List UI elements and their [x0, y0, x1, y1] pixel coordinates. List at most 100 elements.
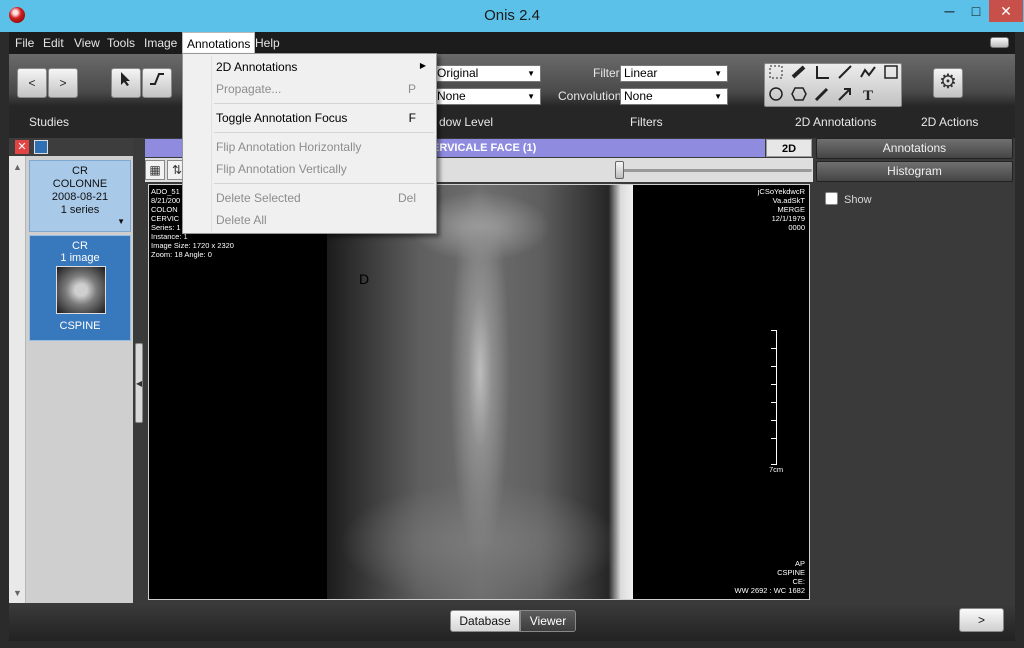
overlay-line: CSPINE — [777, 568, 805, 577]
convolution-value: None — [624, 89, 653, 103]
convolution-select[interactable]: None ▼ — [620, 88, 728, 105]
gear-icon[interactable]: ⚙ — [933, 68, 963, 98]
chevron-down-icon: ▼ — [527, 69, 535, 78]
expand-toolbar-button[interactable] — [990, 37, 1009, 48]
filters-label: Filters — [630, 115, 663, 129]
grid-layout-icon[interactable]: ▦ — [145, 160, 165, 180]
collapse-panel-icon[interactable]: ◀ — [135, 343, 143, 423]
studies-scrollbar[interactable]: ▲ ▼ — [9, 156, 26, 603]
menu-item-label: 2D Annotations — [216, 60, 298, 74]
panel-splitter[interactable]: ◀ — [133, 138, 145, 603]
annotations-menu: 2D Annotations ▶ Propagate... P Toggle A… — [182, 53, 437, 234]
close-button[interactable]: ✕ — [989, 0, 1023, 22]
studies-label: Studies — [29, 115, 70, 129]
next-button[interactable]: > — [959, 608, 1004, 632]
menu-item-label: Propagate... — [216, 82, 282, 96]
menu-item-label: Flip Annotation Vertically — [216, 162, 347, 176]
text-icon[interactable]: T — [857, 86, 879, 107]
overlay-top-right: jCSoYekdwcR Va.adSkT MERGE 12/1/1979 000… — [758, 187, 805, 232]
overlay-line: 0000 — [788, 223, 805, 232]
menu-item-shortcut: P — [407, 82, 416, 96]
menu-image[interactable]: Image — [144, 36, 177, 50]
menu-item-flip-vertical[interactable]: Flip Annotation Vertically — [183, 158, 436, 180]
database-tab[interactable]: Database — [450, 610, 520, 632]
menu-item-propagate[interactable]: Propagate... P — [183, 78, 436, 100]
prev-study-button[interactable]: < — [17, 68, 47, 98]
menu-item-2d-annotations[interactable]: 2D Annotations ▶ — [183, 56, 436, 78]
menu-separator — [214, 132, 434, 133]
minimize-button[interactable]: ─ — [936, 0, 963, 22]
window-preset-value: Original — [437, 66, 479, 80]
series-label: CSPINE — [59, 320, 101, 332]
ellipse-icon[interactable] — [765, 86, 787, 107]
image-canvas[interactable]: D ADO_51 8/21/200 COLON CERVIC Series: 1… — [148, 184, 810, 600]
line-icon[interactable] — [834, 64, 856, 85]
polyline-icon[interactable] — [857, 64, 879, 85]
menu-item-delete-all[interactable]: Delete All — [183, 209, 436, 231]
close-panel-icon[interactable]: ✕ — [15, 140, 29, 154]
menu-item-label: Flip Annotation Horizontally — [216, 140, 362, 154]
arrow-icon[interactable] — [834, 86, 856, 107]
studies-panel-header: ✕ — [9, 138, 133, 156]
status-bar: Database Viewer > — [9, 603, 1015, 641]
pointer-tool-icon[interactable] — [111, 68, 141, 98]
menu-file[interactable]: File — [15, 36, 34, 50]
overlay-line: WW 2692 : WC 1682 — [734, 586, 805, 595]
menu-item-label: Toggle Annotation Focus — [216, 111, 348, 125]
polygon-icon[interactable] — [788, 86, 810, 107]
chevron-down-icon: ▼ — [714, 92, 722, 101]
study-card[interactable]: CR COLONNE 2008-08-21 1 series ▼ — [29, 160, 131, 232]
maximize-button[interactable]: □ — [963, 0, 989, 22]
view-mode-2d-button[interactable]: 2D — [766, 139, 812, 157]
chevron-down-icon[interactable]: ▼ — [117, 215, 125, 228]
menu-item-shortcut: F — [408, 111, 416, 125]
menu-item-delete-selected[interactable]: Delete Selected Del — [183, 187, 436, 209]
window-preset-select[interactable]: Original ▼ — [433, 65, 541, 82]
histogram-panel-button[interactable]: Histogram — [816, 161, 1013, 182]
lut-select[interactable]: None ▼ — [433, 88, 541, 105]
annotations-panel-button[interactable]: Annotations — [816, 138, 1013, 159]
annotation-tools: T — [764, 63, 902, 107]
menu-item-toggle-annotation-focus[interactable]: Toggle Annotation Focus F — [183, 107, 436, 129]
overlay-line: 12/1/1979 — [771, 214, 805, 223]
image-slider-track[interactable] — [617, 169, 812, 172]
scale-ruler — [769, 330, 777, 465]
layout-icon[interactable] — [34, 140, 48, 154]
show-checkbox[interactable] — [825, 192, 838, 205]
show-histogram-toggle[interactable]: Show — [825, 192, 872, 206]
chevron-down-icon: ▼ — [714, 69, 722, 78]
overlay-line: AP — [794, 559, 805, 568]
actions-section-label: 2D Actions — [921, 115, 979, 129]
menu-edit[interactable]: Edit — [43, 36, 64, 50]
menu-item-flip-horizontal[interactable]: Flip Annotation Horizontally — [183, 136, 436, 158]
window-level-tool-icon[interactable] — [142, 68, 172, 98]
convolution-label: Convolution — [558, 89, 622, 103]
filter-select[interactable]: Linear ▼ — [620, 65, 728, 82]
viewer-tab[interactable]: Viewer — [520, 610, 576, 632]
menu-separator — [214, 103, 434, 104]
rectangle-icon[interactable] — [880, 64, 902, 85]
menu-tools[interactable]: Tools — [107, 36, 135, 50]
scroll-down-icon[interactable]: ▼ — [13, 588, 22, 598]
scroll-up-icon[interactable]: ▲ — [13, 162, 22, 172]
series-image-count: 1 image — [60, 252, 100, 264]
menu-help[interactable]: Help — [255, 36, 280, 50]
series-card[interactable]: CR 1 image CSPINE — [29, 235, 131, 341]
overlay-bottom-right: AP CSPINE CE: WW 2692 : WC 1682 — [735, 559, 805, 595]
menu-view[interactable]: View — [74, 36, 100, 50]
xray-image[interactable] — [327, 185, 633, 599]
series-title: ERVICALE FACE (1) — [432, 142, 537, 154]
pencil-icon[interactable] — [811, 86, 833, 107]
menu-annotations[interactable]: Annotations — [182, 32, 256, 54]
overlay-line: MERGE — [777, 205, 805, 214]
overlay-line: jCSoYekdwcR — [757, 187, 805, 196]
main-toolbar: < > Studies Original ▼ None ▼ dow Level Fi… — [9, 54, 1015, 138]
series-thumbnail[interactable] — [56, 266, 106, 314]
filter-label: Filter — [593, 66, 620, 80]
rectangle-select-icon[interactable] — [765, 64, 787, 85]
ruler-icon[interactable] — [788, 64, 810, 85]
image-slider-thumb[interactable] — [615, 161, 624, 179]
lut-value: None — [437, 89, 466, 103]
angle-icon[interactable] — [811, 64, 833, 85]
next-study-button[interactable]: > — [48, 68, 78, 98]
